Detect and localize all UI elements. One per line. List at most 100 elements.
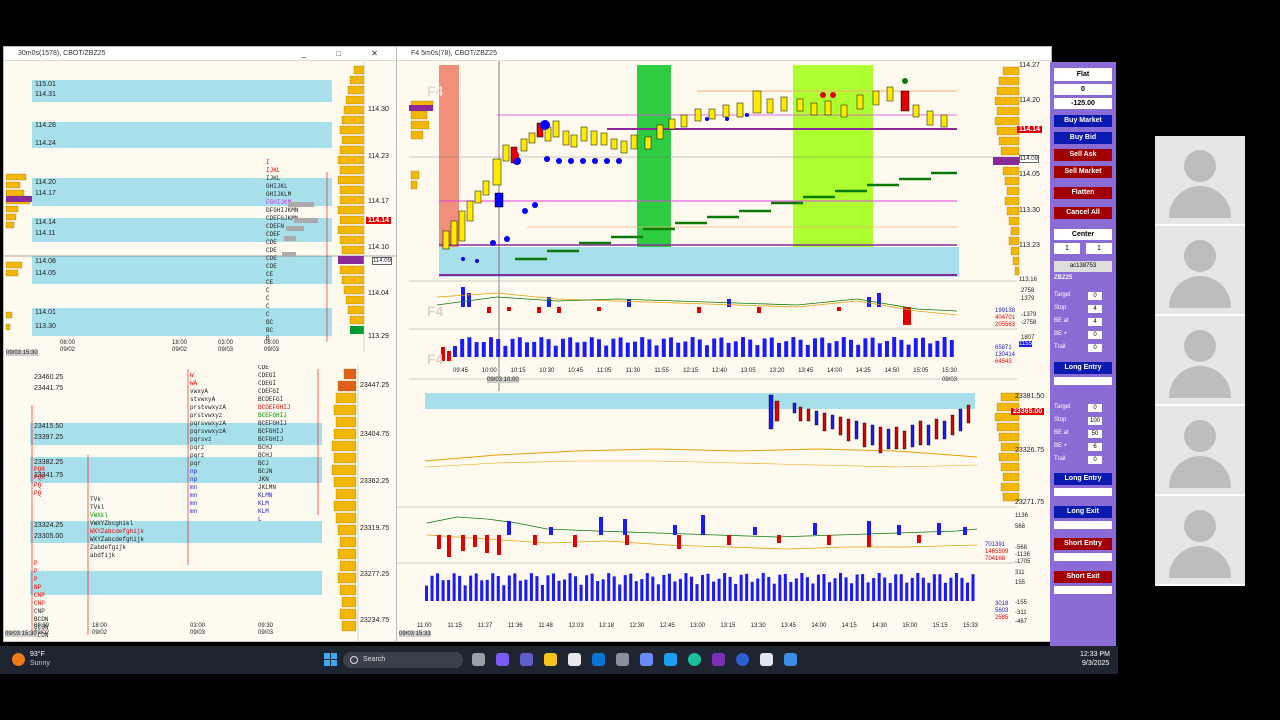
svg-text:prstvwxyzA: prstvwxyzA <box>190 404 226 411</box>
long-entry-button[interactable]: Long Entry <box>1054 362 1112 374</box>
long-entry-button-2[interactable]: Long Entry <box>1054 473 1112 485</box>
level-label: 23415.50 <box>34 423 64 430</box>
zoom-icon[interactable] <box>736 653 749 666</box>
svg-text:C: C <box>266 303 270 310</box>
search-box[interactable]: Search <box>343 652 463 668</box>
volume-bar <box>590 573 594 601</box>
center-button[interactable]: Center <box>1054 229 1112 240</box>
strategy-select-3[interactable] <box>1054 521 1112 529</box>
volume-bar <box>678 578 682 601</box>
teams-icon[interactable] <box>520 653 533 666</box>
quantity-field-b[interactable]: 1 <box>1086 243 1112 254</box>
copilot-icon[interactable] <box>496 653 509 666</box>
bracket-value-field[interactable]: 0 <box>1088 404 1102 412</box>
task-view-icon[interactable] <box>472 653 485 666</box>
strategy-select-2[interactable] <box>1054 488 1112 496</box>
trading-app-icon[interactable] <box>760 653 773 666</box>
sell-ask-button[interactable]: Sell Ask <box>1054 149 1112 161</box>
volume-bar <box>651 576 655 601</box>
axis-label: 114.17 <box>368 198 389 205</box>
osc-readout: 1465509 <box>985 549 1009 555</box>
time-label: 11:15 <box>447 623 462 629</box>
top-profile-pane[interactable]: I IJKL IJKL GHIJKL GHIJKLM FGHIJKM DFGHI… <box>4 62 396 356</box>
bracket-value-field[interactable]: 6 <box>1088 443 1102 451</box>
window-controls[interactable]: _ □ ✕ <box>302 47 392 61</box>
volume-bar <box>563 579 567 601</box>
participant-tile[interactable] <box>1155 496 1245 586</box>
participant-tile[interactable] <box>1155 316 1245 406</box>
edge-icon[interactable] <box>688 653 701 666</box>
short-exit-button[interactable]: Short Exit <box>1054 571 1112 583</box>
es-price-chart[interactable] <box>397 391 1051 641</box>
svg-text:pqrsvwxyzA: pqrsvwxyzA <box>190 420 226 427</box>
svg-text:GHIJKL: GHIJKL <box>266 183 288 190</box>
bracket-value-field[interactable]: 100 <box>1088 417 1102 425</box>
time-label: 11:05 <box>596 368 612 374</box>
bracket-value-field[interactable]: 0 <box>1088 344 1102 352</box>
visual-studio-icon[interactable] <box>712 653 725 666</box>
windows-start-icon[interactable] <box>324 653 337 666</box>
strategy-select[interactable] <box>1054 377 1112 385</box>
time-label: 13:45 <box>798 368 814 374</box>
clock-date: 9/3/2025 <box>1082 660 1110 667</box>
time-label: 03:00 09/03 <box>190 623 206 636</box>
strategy-select-5[interactable] <box>1054 586 1112 594</box>
right-window-titlebar[interactable]: F4 5m0s(78), CBOT/ZBZ25 <box>397 47 1051 61</box>
time-label: 11:27 <box>477 623 493 629</box>
weather-icon[interactable] <box>12 653 25 666</box>
participant-tile[interactable] <box>1155 136 1245 226</box>
participant-tile[interactable] <box>1155 226 1245 316</box>
bracket-value-field[interactable]: 0 <box>1088 292 1102 300</box>
volume-bar <box>669 337 673 357</box>
svg-text:C: C <box>266 287 270 294</box>
volume-bar <box>460 338 465 357</box>
volume-bar <box>458 575 462 601</box>
bracket-value-field[interactable]: 0 <box>1088 331 1102 339</box>
bracket-value-field[interactable]: 50 <box>1088 430 1102 438</box>
bracket-value-field[interactable]: 0 <box>1088 456 1102 464</box>
time-label: 14:25 <box>855 368 871 374</box>
quantity-field-a[interactable]: 1 <box>1054 243 1080 254</box>
axis-label: 114.04 <box>368 290 389 297</box>
time-label: 13:45 <box>781 623 797 629</box>
mail-icon[interactable] <box>664 653 677 666</box>
bottom-profile-pane[interactable]: W WA vwxyA stvwxyA prstvwxyzA prstvwxyz pqr… <box>4 365 396 641</box>
cancel-all-button[interactable]: Cancel All <box>1054 207 1112 219</box>
short-entry-button[interactable]: Short Entry <box>1054 538 1112 550</box>
file-explorer-icon[interactable] <box>544 653 557 666</box>
volume-bar <box>811 583 815 601</box>
store-icon[interactable] <box>568 653 581 666</box>
avatar <box>1169 276 1231 308</box>
svg-text:BCEFGHIJ: BCEFGHIJ <box>258 412 287 419</box>
account-select[interactable]: ac138753 <box>1054 261 1112 272</box>
osc-axis: 1136 <box>1015 513 1028 519</box>
sell-market-button[interactable]: Sell Market <box>1054 166 1112 178</box>
flatten-button[interactable]: Flatten <box>1054 187 1112 199</box>
app-icon[interactable] <box>640 653 653 666</box>
time-label: 11:48 <box>538 623 553 629</box>
time-label: 14:15 <box>841 623 857 629</box>
strategy-select-4[interactable] <box>1054 553 1112 561</box>
bracket-value-field[interactable]: 4 <box>1088 318 1102 326</box>
volume-bar <box>755 345 760 357</box>
buy-market-button[interactable]: Buy Market <box>1054 115 1112 127</box>
volume-bar <box>463 585 467 601</box>
svg-text:pqr: pqr <box>190 460 201 467</box>
outlook-icon[interactable] <box>592 653 605 666</box>
long-exit-button[interactable]: Long Exit <box>1054 506 1112 518</box>
volume-bar <box>582 341 587 357</box>
buy-bid-button[interactable]: Buy Bid <box>1054 132 1112 144</box>
chart-app-icon[interactable] <box>784 653 797 666</box>
svg-text:BCHJ: BCHJ <box>258 444 272 451</box>
volume-bar <box>683 341 688 357</box>
participant-tile[interactable] <box>1155 406 1245 496</box>
volume-bar <box>794 578 798 601</box>
left-window-titlebar[interactable]: 30m0s(1578), CBOT/ZBZ25 _ □ ✕ <box>4 47 396 61</box>
time-label: 12:15 <box>683 368 699 374</box>
volume-bar <box>739 574 743 601</box>
volume-bar <box>517 337 522 357</box>
settings-icon[interactable] <box>616 653 629 666</box>
bracket-value-field[interactable]: 4 <box>1088 305 1102 313</box>
search-icon <box>350 656 358 664</box>
svg-text:BCDEFGHIJ: BCDEFGHIJ <box>258 404 290 411</box>
